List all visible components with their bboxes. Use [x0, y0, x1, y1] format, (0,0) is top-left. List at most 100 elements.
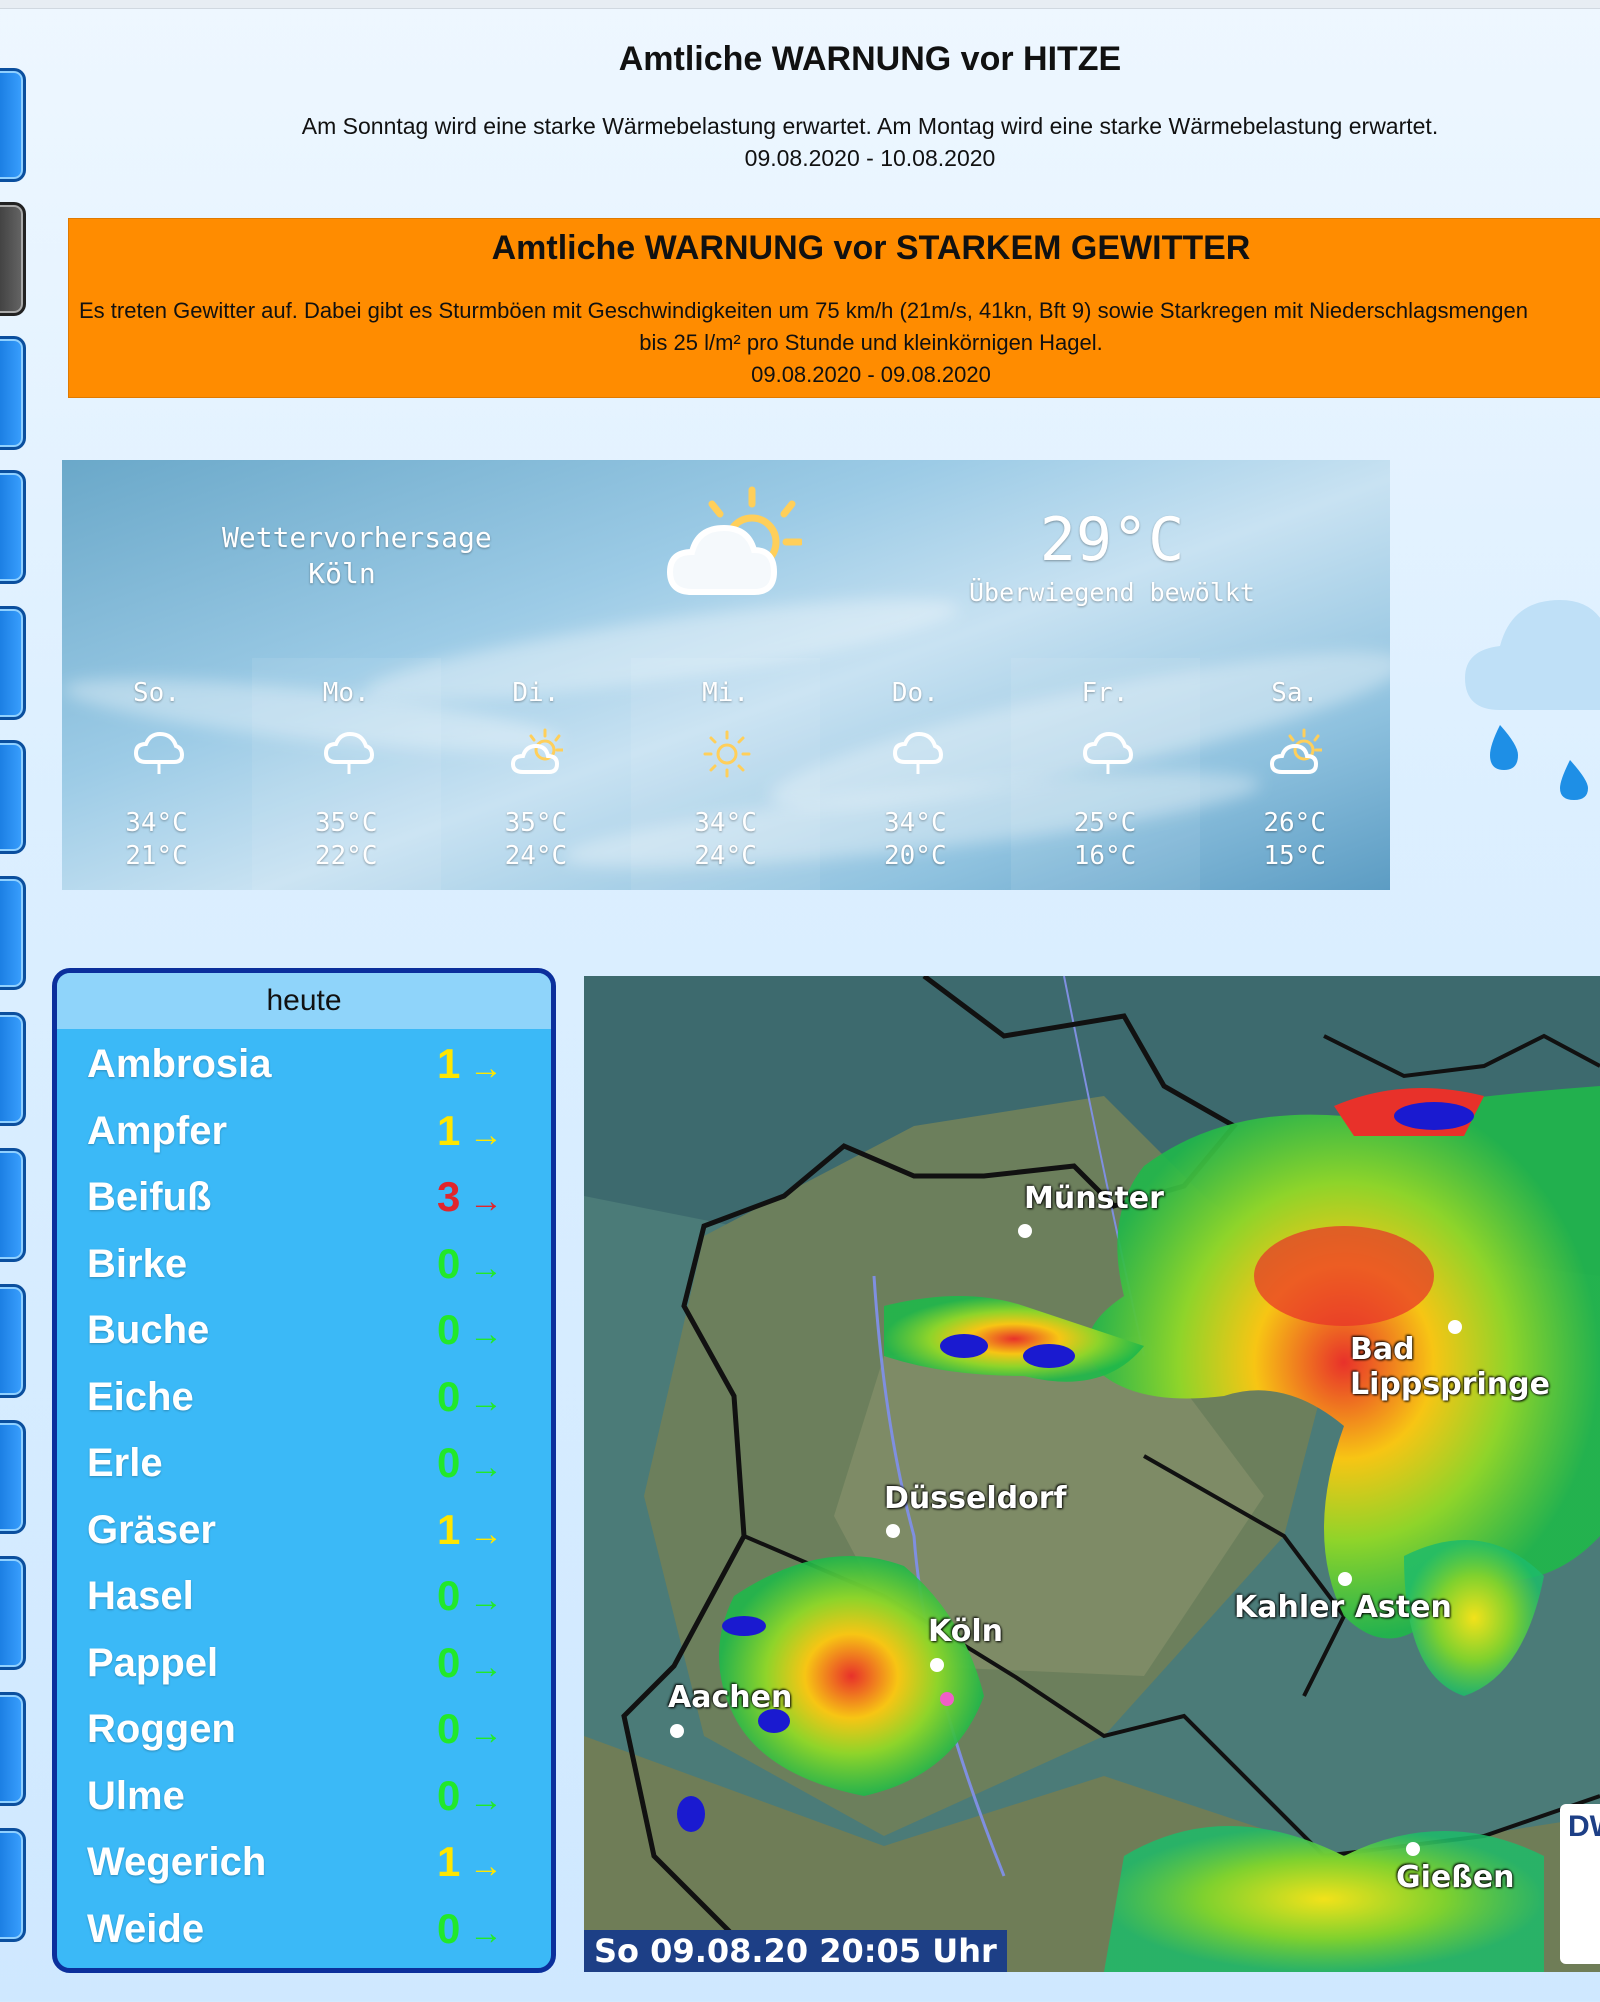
storm-warning-period: 09.08.2020 - 09.08.2020	[751, 362, 991, 387]
side-tab[interactable]	[0, 1012, 26, 1126]
city-label-kahler-asten: Kahler Asten	[1234, 1590, 1452, 1625]
pollen-row: Weide 0 →	[57, 1896, 551, 1962]
city-marker	[1406, 1842, 1420, 1856]
trend-arrow-icon: →	[469, 1115, 503, 1154]
pollen-row: Ulme 0 →	[57, 1763, 551, 1829]
top-edge	[0, 0, 1600, 9]
pollen-level: 1	[437, 1838, 461, 1885]
forecast-title: Wettervorhersage Köln	[222, 520, 492, 592]
pollen-name: Eiche	[87, 1374, 194, 1419]
heat-warning-period: 09.08.2020 - 10.08.2020	[744, 145, 996, 171]
pollen-name: Beifuß	[87, 1175, 212, 1219]
side-tab[interactable]	[0, 740, 26, 854]
city-label-aachen: Aachen	[668, 1680, 793, 1715]
forecast-title-label: Wettervorhersage	[222, 521, 492, 554]
forecast-day[interactable]: Mi. 34°C 24°C	[631, 658, 821, 890]
current-temperature: 29°C	[1039, 505, 1185, 575]
pollen-level: 0	[437, 1306, 461, 1353]
pollen-name: Ulme	[87, 1773, 185, 1818]
pollen-level: 0	[437, 1439, 461, 1486]
city-label-duesseldorf: Düsseldorf	[884, 1481, 1067, 1516]
forecast-day[interactable]: Mo. 35°C 22°C	[251, 658, 441, 890]
pollen-name: Pappel	[87, 1640, 219, 1685]
pollen-name: Erle	[87, 1441, 163, 1485]
pollen-name: Hasel	[87, 1574, 194, 1618]
forecast-day[interactable]: Fr. 25°C 16°C	[1010, 658, 1200, 890]
storm-warning-title: Amtliche WARNUNG vor STARKEM GEWITTER	[491, 229, 1251, 267]
trend-arrow-icon: →	[469, 1381, 503, 1420]
trend-arrow-icon: →	[469, 1514, 503, 1553]
day-name: Sa.	[1271, 678, 1319, 708]
day-name: Mo.	[322, 678, 370, 708]
pollen-level: 1	[437, 1040, 461, 1087]
trend-arrow-icon: →	[469, 1182, 503, 1220]
pollen-level: 0	[437, 1239, 461, 1287]
rain-cloud-icon	[322, 728, 374, 780]
pollen-level: 1	[437, 1505, 461, 1553]
side-tab[interactable]	[0, 606, 26, 720]
side-tab[interactable]	[0, 1828, 26, 1942]
pollen-name: Ampfer	[87, 1108, 228, 1153]
trend-arrow-icon: →	[469, 1847, 503, 1885]
pollen-row: Gräser 1 →	[57, 1497, 551, 1563]
forecast-day[interactable]: So. 34°C 21°C	[62, 658, 251, 890]
day-max-temp: 35°C	[504, 808, 568, 838]
weather-forecast-widget[interactable]: Wettervorhersage Köln 29°C Überwiegend b…	[62, 460, 1390, 890]
trend-arrow-icon: →	[469, 1780, 503, 1819]
day-max-temp: 34°C	[883, 808, 947, 838]
partly-cloudy-icon	[662, 482, 804, 612]
forecast-city: Köln	[308, 557, 376, 590]
sun-icon	[701, 728, 753, 780]
pollen-row: Hasel 0 →	[57, 1563, 551, 1629]
day-max-temp: 25°C	[1073, 808, 1137, 838]
day-min-temp: 22°C	[314, 841, 378, 871]
rain-cloud-icon	[1081, 728, 1133, 780]
day-max-temp: 26°C	[1263, 808, 1326, 838]
pollen-row: Ambrosia 1 →	[57, 1031, 551, 1097]
day-name: Do.	[891, 678, 939, 708]
day-max-temp: 34°C	[694, 808, 757, 838]
pollen-level: 1	[437, 1106, 461, 1154]
side-tab[interactable]	[0, 1692, 26, 1806]
side-tab[interactable]	[0, 336, 26, 450]
side-tab[interactable]	[0, 470, 26, 584]
side-tab[interactable]	[0, 1148, 26, 1262]
side-tab[interactable]	[0, 876, 26, 990]
pollen-row: Eiche 0 →	[57, 1364, 551, 1430]
pollen-row: Buche 0 →	[57, 1297, 551, 1363]
day-name: So.	[133, 678, 180, 708]
pollen-row: Roggen 0 →	[57, 1696, 551, 1762]
day-name: Fr.	[1081, 678, 1129, 708]
pollen-name: Roggen	[87, 1707, 236, 1751]
side-tab[interactable]	[0, 1284, 26, 1398]
pollen-row: Erle 0 →	[57, 1430, 551, 1496]
city-marker	[1018, 1224, 1032, 1238]
city-marker	[886, 1524, 900, 1538]
forecast-day[interactable]: Do. 34°C 20°C	[821, 658, 1010, 890]
side-tab[interactable]	[0, 1556, 26, 1670]
forecast-day[interactable]: Di. 35°C 24°C	[441, 658, 630, 890]
storm-warning-text-line2: bis 25 l/m² pro Stunde und kleinkörnigen…	[639, 330, 1103, 355]
partly-cloudy-icon	[511, 728, 565, 780]
pollen-name: Weide	[87, 1906, 205, 1951]
forecast-day[interactable]: Sa. 26°C 15°C	[1200, 658, 1389, 890]
day-min-temp: 20°C	[883, 841, 947, 871]
city-marker	[930, 1658, 944, 1672]
pollen-level: 0	[437, 1372, 461, 1420]
trend-arrow-icon: →	[469, 1714, 503, 1752]
pollen-row: Wegerich 1 →	[57, 1829, 551, 1895]
trend-arrow-icon: →	[469, 1049, 503, 1087]
day-name: Di.	[512, 678, 560, 708]
radar-map[interactable]: Münster Bad Lippspringe Düsseldorf Köln …	[584, 976, 1600, 1972]
day-min-temp: 21°C	[125, 841, 188, 871]
pollen-level: 0	[437, 1638, 461, 1686]
current-condition: Überwiegend bewölkt	[969, 578, 1255, 607]
location-marker	[940, 1692, 954, 1706]
trend-arrow-icon: →	[469, 1647, 503, 1686]
pollen-forecast-panel[interactable]: heute Ambrosia 1 → Ampfer 1 → Beifuß 3 → Birke 0 → B…	[52, 968, 556, 1973]
trend-arrow-icon: →	[469, 1248, 503, 1287]
side-tab[interactable]	[0, 1420, 26, 1534]
city-label-koeln: Köln	[928, 1614, 1003, 1649]
dwd-logo: DW	[1560, 1804, 1600, 1964]
side-tab-active[interactable]	[0, 202, 26, 316]
